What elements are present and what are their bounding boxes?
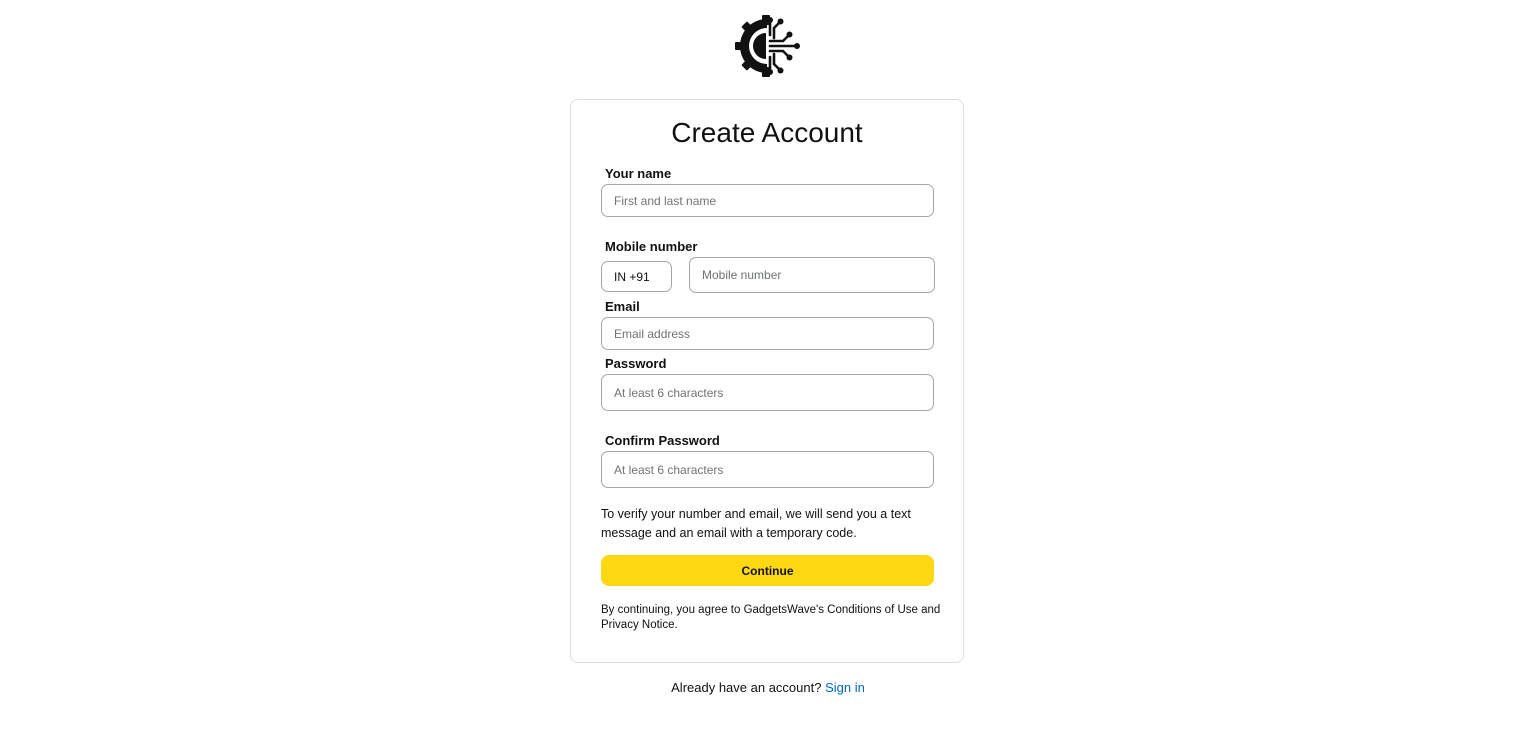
page-title: Create Account bbox=[671, 117, 863, 148]
confirm-password-input[interactable] bbox=[601, 451, 934, 488]
legal-notice: By continuing, you agree to GadgetsWave'… bbox=[601, 604, 941, 631]
password-label: Password bbox=[605, 356, 667, 371]
signin-prompt: Already have an account? Sign in bbox=[0, 680, 1536, 695]
email-label: Email bbox=[605, 299, 640, 314]
password-input[interactable] bbox=[601, 374, 934, 411]
signin-prompt-text: Already have an account? bbox=[671, 680, 822, 695]
name-label: Your name bbox=[605, 166, 672, 181]
create-account-card: Create Account Your name Mobile number I… bbox=[570, 99, 964, 663]
country-code-select[interactable]: IN +91 bbox=[601, 261, 672, 292]
name-input[interactable] bbox=[601, 184, 934, 217]
mobile-number-input[interactable] bbox=[689, 257, 935, 293]
country-code-value: IN +91 bbox=[614, 269, 650, 284]
verification-notice: To verify your number and email, we will… bbox=[601, 507, 911, 540]
email-input[interactable] bbox=[601, 317, 934, 350]
signin-link[interactable]: Sign in bbox=[825, 680, 865, 695]
gear-circuit-logo-icon bbox=[735, 15, 800, 77]
continue-button[interactable]: Continue bbox=[601, 555, 934, 586]
mobile-label: Mobile number bbox=[605, 239, 698, 254]
confirm-password-label: Confirm Password bbox=[605, 433, 720, 448]
